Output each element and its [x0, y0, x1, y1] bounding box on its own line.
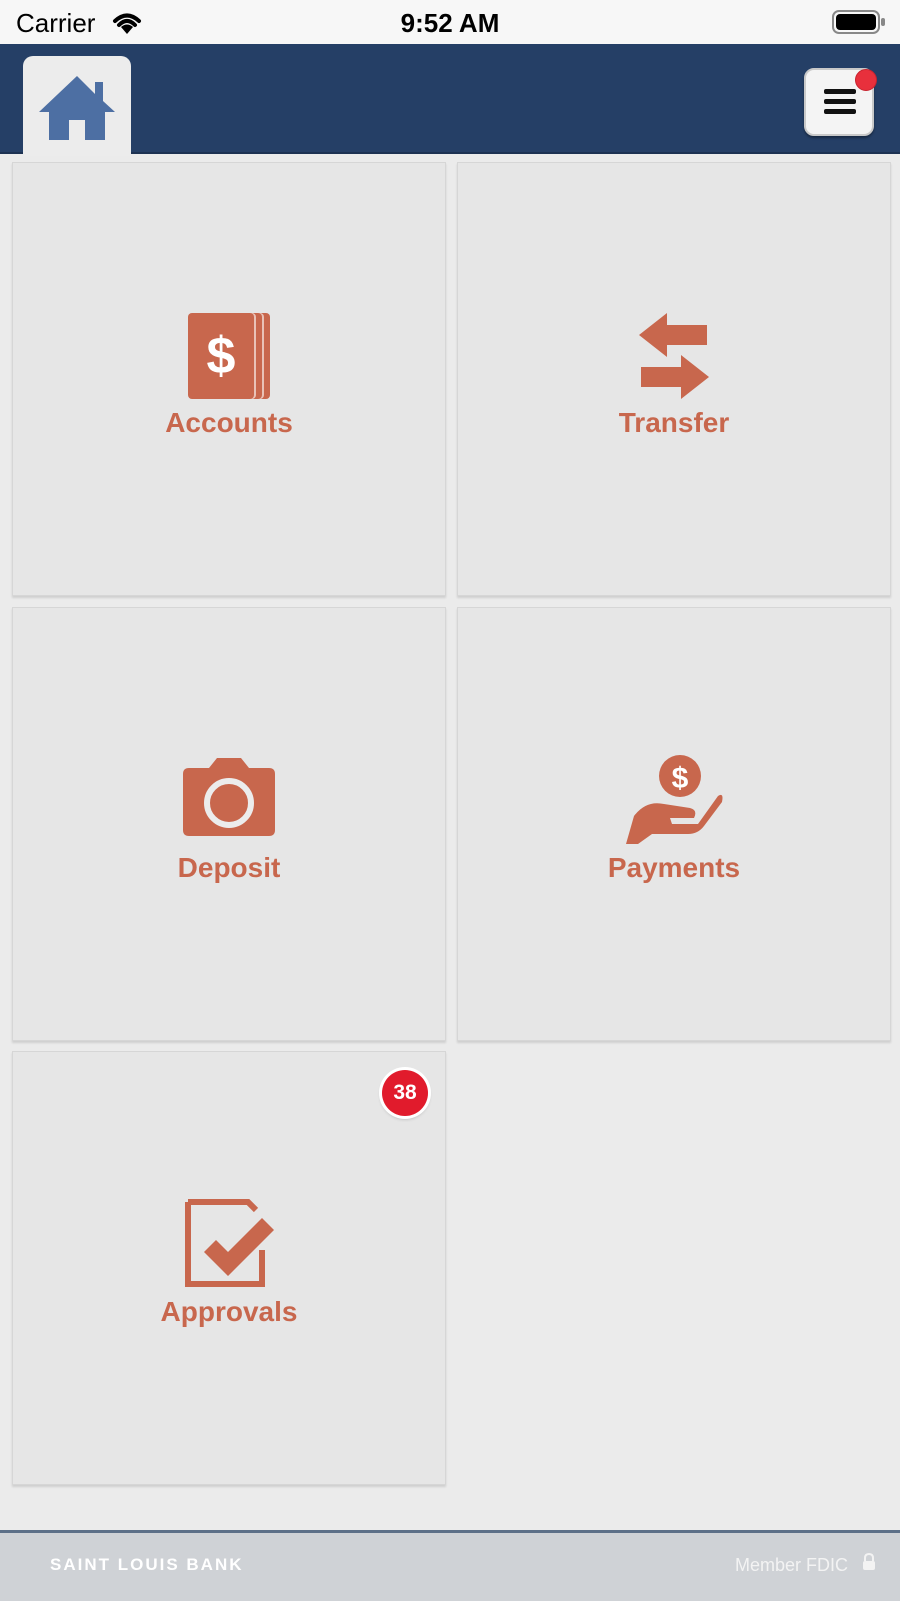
home-icon: [39, 76, 115, 140]
dollar-cards-icon: $: [188, 313, 270, 399]
footer: SAINT LOUIS BANK Member FDIC: [0, 1530, 900, 1601]
tile-payments[interactable]: $ Payments: [457, 607, 891, 1041]
notification-dot: [855, 69, 877, 91]
checkbox-icon: [185, 1199, 274, 1287]
tile-approvals[interactable]: 38 Approvals: [12, 1051, 446, 1485]
tile-transfer[interactable]: Transfer: [457, 162, 891, 596]
transfer-arrows-icon: [639, 313, 709, 399]
clock: 9:52 AM: [400, 8, 500, 38]
tile-label: Approvals: [160, 1296, 298, 1327]
svg-text:$: $: [207, 327, 236, 385]
svg-text:$: $: [672, 762, 689, 795]
battery-icon: [832, 10, 885, 34]
tile-label: Deposit: [177, 852, 281, 883]
tile-accounts[interactable]: $ Accounts: [12, 162, 446, 596]
tile-label: Transfer: [618, 407, 730, 438]
bank-name: SAINT LOUIS BANK: [50, 1555, 244, 1574]
tile-label: Accounts: [165, 407, 293, 438]
approvals-count-badge: 38: [382, 1070, 428, 1116]
home-tab[interactable]: [23, 56, 131, 156]
nav-bar: [0, 44, 900, 156]
hand-coin-icon: $: [626, 755, 723, 844]
tile-deposit[interactable]: Deposit: [12, 607, 446, 1041]
camera-icon: [183, 758, 275, 836]
lock-icon: [863, 1553, 875, 1570]
tile-label: Payments: [607, 852, 741, 883]
member-fdic-label: Member FDIC: [734, 1555, 848, 1575]
status-bar: Carrier 9:52 AM: [0, 0, 900, 44]
menu-icon: [824, 89, 856, 114]
